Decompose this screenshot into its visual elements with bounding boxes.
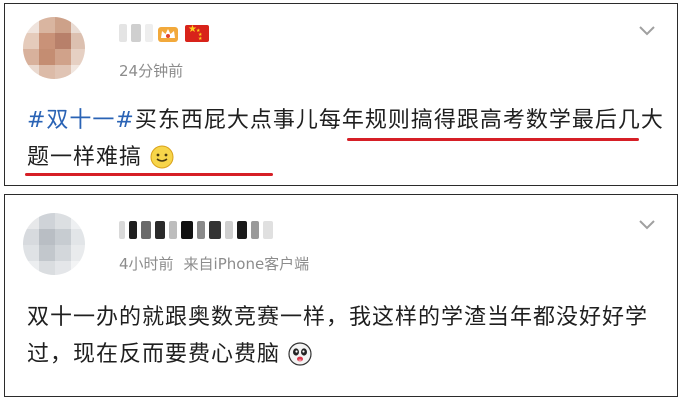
- chevron-down-icon[interactable]: [639, 26, 655, 36]
- screenshot-page: ★ ★ ★ ★ 24分钟前 #双十一#买东西屁大点事儿每年规则搞得跟高考数学最后…: [0, 0, 682, 400]
- post-meta: 4小时前 来自iPhone客户端: [119, 253, 309, 274]
- weibo-post-card: 4小时前 来自iPhone客户端 双十一办的就跟奥数竞赛一样，我这样的学渣当年都没…: [4, 194, 678, 397]
- avatar[interactable]: [23, 213, 85, 275]
- china-flag-icon: ★ ★ ★ ★: [185, 25, 209, 42]
- avatar[interactable]: [23, 17, 85, 79]
- username-blurred[interactable]: [119, 221, 277, 239]
- chevron-down-icon[interactable]: [639, 220, 655, 230]
- weibo-post-card: ★ ★ ★ ★ 24分钟前 #双十一#买东西屁大点事儿每年规则搞得跟高考数学最后…: [4, 3, 678, 186]
- panda-emoji-icon: [288, 342, 312, 366]
- username-blurred[interactable]: [119, 24, 157, 42]
- topic-hashtag[interactable]: #双十一#: [27, 108, 135, 133]
- post-timestamp[interactable]: 24分钟前: [119, 62, 183, 80]
- highlight-underline-1: [347, 138, 639, 141]
- post-text-content: 双十一办的就跟奥数竞赛一样，我这样的学渣当年都没好好学过，现在反而要费心费脑: [27, 305, 649, 367]
- post-text: 双十一办的就跟奥数竞赛一样，我这样的学渣当年都没好好学过，现在反而要费心费脑: [27, 299, 672, 373]
- post-timestamp[interactable]: 4小时前: [119, 255, 174, 273]
- post-source: 来自iPhone客户端: [183, 255, 310, 273]
- highlight-underline-2: [25, 173, 273, 176]
- crown-badge-icon: [158, 27, 178, 42]
- post-text-plain: 买东西屁大点事儿: [134, 108, 319, 133]
- post-meta: 24分钟前: [119, 60, 183, 81]
- smile-emoji-icon: [150, 145, 174, 169]
